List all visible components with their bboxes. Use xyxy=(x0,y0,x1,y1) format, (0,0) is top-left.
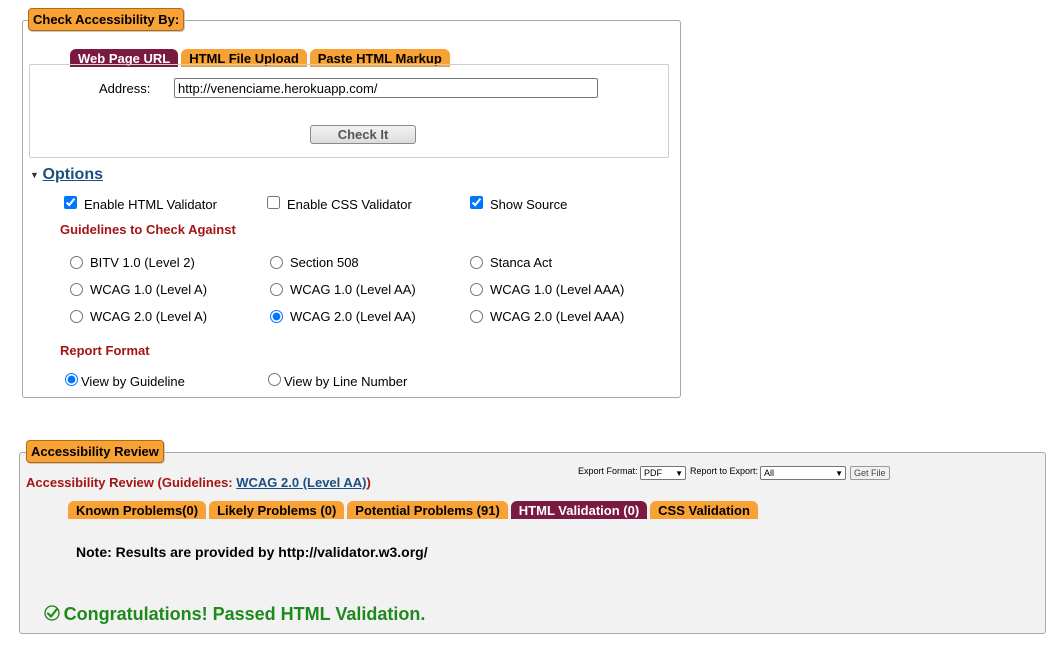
report-format-heading: Report Format xyxy=(60,343,150,358)
address-label: Address: xyxy=(99,81,151,96)
guideline-radio[interactable] xyxy=(70,283,83,296)
tab-known-problems[interactable]: Known Problems(0) xyxy=(68,501,207,519)
chevron-down-icon: ▼ xyxy=(675,469,683,478)
guideline-wcag-1-level-aaa[interactable]: WCAG 1.0 (Level AAA) xyxy=(470,282,624,297)
view-by-guideline-radio[interactable] xyxy=(65,373,78,386)
export-format-label: Export Format: xyxy=(578,466,638,476)
guideline-stanca-act[interactable]: Stanca Act xyxy=(470,255,552,270)
guideline-section-508[interactable]: Section 508 xyxy=(270,255,359,270)
guidelines-heading: Guidelines to Check Against xyxy=(60,222,236,237)
guideline-radio[interactable] xyxy=(270,283,283,296)
congratulations-message: Congratulations! Passed HTML Validation. xyxy=(44,604,425,625)
chevron-down-icon: ▼ xyxy=(835,469,843,478)
review-title: Accessibility Review (Guidelines: WCAG 2… xyxy=(26,475,371,490)
enable-css-validator-option[interactable]: Enable CSS Validator xyxy=(267,193,412,212)
guideline-radio[interactable] xyxy=(470,283,483,296)
guideline-wcag-1-level-aa[interactable]: WCAG 1.0 (Level AA) xyxy=(270,282,416,297)
enable-html-validator-checkbox[interactable] xyxy=(64,196,77,209)
tab-css-validation[interactable]: CSS Validation xyxy=(650,501,758,519)
green-check-icon xyxy=(44,605,60,621)
review-tabs: Known Problems(0) Likely Problems (0) Po… xyxy=(68,501,758,519)
view-by-guideline-option[interactable]: View by Guideline xyxy=(65,370,185,389)
check-accessibility-legend: Check Accessibility By: xyxy=(28,8,185,31)
tab-potential-problems[interactable]: Potential Problems (91) xyxy=(347,501,508,519)
guideline-radio[interactable] xyxy=(70,256,83,269)
guideline-radio[interactable] xyxy=(470,310,483,323)
guideline-radio[interactable] xyxy=(270,310,283,323)
address-input[interactable] xyxy=(174,78,598,98)
guideline-wcag-1-level-a[interactable]: WCAG 1.0 (Level A) xyxy=(70,282,207,297)
enable-html-validator-option[interactable]: Enable HTML Validator xyxy=(64,193,217,212)
options-toggle[interactable]: ▼ Options xyxy=(30,166,103,184)
guideline-radio[interactable] xyxy=(470,256,483,269)
export-format-select[interactable]: PDF ▼ xyxy=(640,466,686,480)
options-link[interactable]: Options xyxy=(43,166,103,183)
guideline-wcag-2-level-aa[interactable]: WCAG 2.0 (Level AA) xyxy=(270,309,416,324)
guideline-bitv-1-level-2[interactable]: BITV 1.0 (Level 2) xyxy=(70,255,195,270)
guideline-radio[interactable] xyxy=(270,256,283,269)
report-to-export-label: Report to Export: xyxy=(690,466,759,476)
check-it-button[interactable]: Check It xyxy=(310,125,416,144)
tab-likely-problems[interactable]: Likely Problems (0) xyxy=(209,501,345,519)
enable-css-validator-checkbox[interactable] xyxy=(267,196,280,209)
view-by-line-radio[interactable] xyxy=(268,373,281,386)
guideline-wcag-2-level-a[interactable]: WCAG 2.0 (Level A) xyxy=(70,309,207,324)
show-source-checkbox[interactable] xyxy=(470,196,483,209)
tab-html-validation[interactable]: HTML Validation (0) xyxy=(510,501,648,519)
guideline-radio[interactable] xyxy=(70,310,83,323)
accessibility-review-legend: Accessibility Review xyxy=(26,440,164,463)
triangle-down-icon: ▼ xyxy=(30,170,39,180)
validator-note: Note: Results are provided by http://val… xyxy=(76,544,428,560)
view-by-line-option[interactable]: View by Line Number xyxy=(268,370,407,389)
show-source-option[interactable]: Show Source xyxy=(470,193,567,212)
guideline-wcag-2-level-aaa[interactable]: WCAG 2.0 (Level AAA) xyxy=(470,309,624,324)
guideline-link[interactable]: WCAG 2.0 (Level AA) xyxy=(236,475,366,490)
get-file-button[interactable]: Get File xyxy=(850,466,890,480)
report-to-export-select[interactable]: All ▼ xyxy=(760,466,846,480)
